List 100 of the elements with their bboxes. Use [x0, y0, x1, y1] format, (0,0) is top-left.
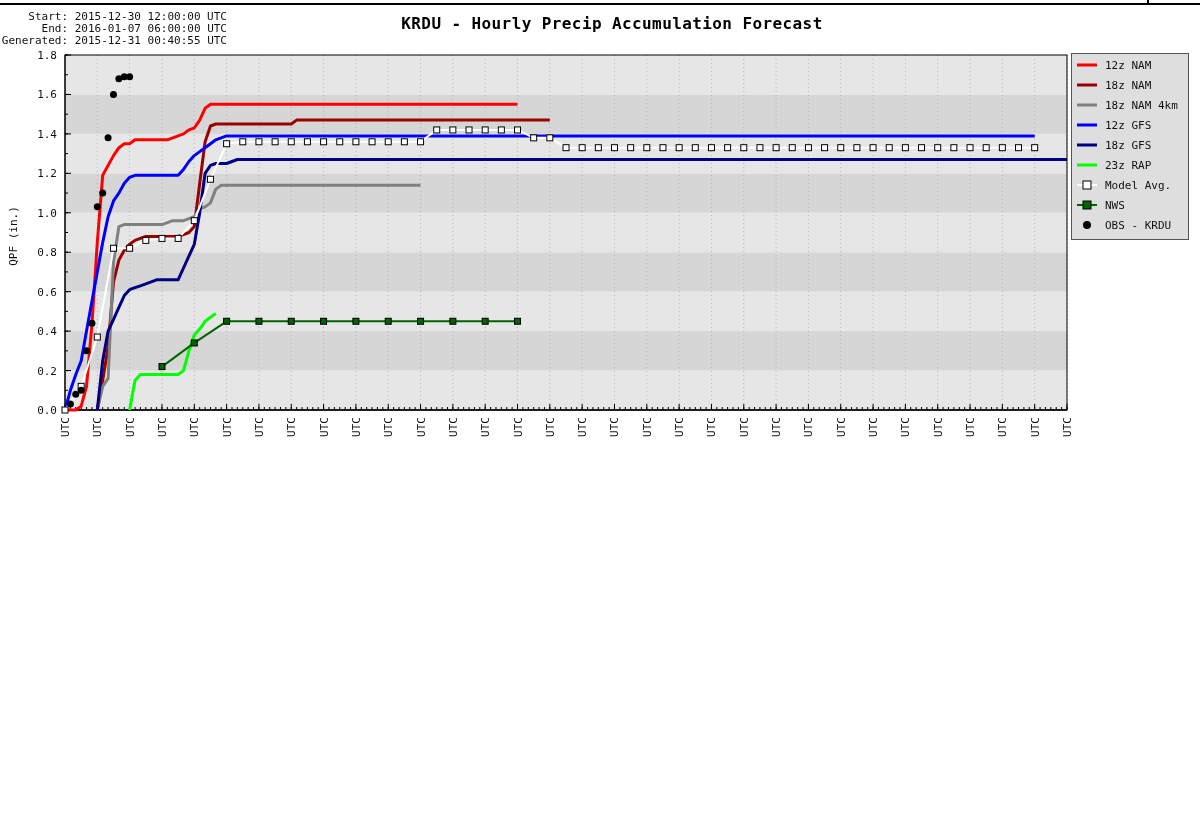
square-marker-icon [352, 138, 360, 146]
square-marker-icon [1015, 144, 1022, 152]
square-marker-icon [287, 138, 295, 146]
legend-label: 18z NAM [1105, 79, 1152, 92]
square-marker-icon [643, 144, 651, 152]
x-tick-label: UTC [382, 417, 396, 437]
square-marker-icon [837, 144, 845, 152]
square-marker-icon [417, 138, 425, 146]
square-marker-icon [885, 144, 893, 152]
x-tick-label: UTC [91, 417, 105, 437]
x-tick-label: UTC [834, 417, 848, 437]
square-marker-icon [514, 317, 521, 325]
legend-label: OBS - KRDU [1105, 219, 1172, 232]
square-marker-icon [627, 144, 635, 152]
x-tick-label: UTC [1061, 417, 1074, 437]
square-marker-icon [223, 140, 231, 148]
legend-label: 12z GFS [1105, 119, 1152, 132]
x-tick-label: UTC [673, 417, 687, 437]
square-marker-icon [449, 317, 457, 325]
x-tick-label: UTC [576, 417, 590, 437]
line-swatch-icon [1077, 143, 1097, 147]
y-tick-label: 1.4 [37, 127, 57, 141]
square-marker-icon [724, 144, 732, 152]
x-tick-label: UTC [931, 417, 945, 437]
x-tick-label: UTC [867, 417, 881, 437]
square-marker-icon [206, 175, 214, 183]
x-tick-label: UTC [511, 417, 525, 437]
square-marker-icon [918, 144, 926, 152]
square-marker-icon [93, 333, 101, 341]
line-swatch-icon [1077, 123, 1097, 127]
info-line: Generated: 2015-12-31 00:40:55 UTC [1, 35, 227, 47]
square-marker-icon [61, 406, 69, 414]
legend-label: 12z NAM [1105, 59, 1152, 72]
square-marker-icon [1031, 144, 1039, 152]
x-tick-label: UTC [446, 417, 460, 437]
square-marker-icon [562, 144, 570, 152]
x-tick-label: UTC [1028, 417, 1042, 437]
y-tick-label: 1.8 [37, 49, 57, 62]
square-marker-icon [255, 317, 263, 325]
x-tick-label: UTC [59, 417, 72, 437]
y-axis-title: QPF (in.) [7, 206, 20, 266]
dot-swatch-icon [1083, 221, 1091, 229]
square-marker-icon [659, 144, 667, 152]
line-swatch-icon [1077, 103, 1097, 107]
y-tick-label: 1.6 [37, 88, 57, 102]
square-marker-icon [481, 317, 489, 325]
square-marker-icon [675, 144, 683, 152]
square-marker-icon [142, 236, 150, 244]
square-marker-icon [998, 144, 1006, 152]
square-marker-icon [174, 234, 182, 242]
square-marker-icon [384, 317, 392, 325]
square-marker-icon [158, 363, 166, 371]
square-marker-icon [352, 317, 360, 325]
x-tick-label: UTC [155, 417, 169, 437]
x-tick-label: UTC [317, 417, 331, 437]
square-marker-icon [707, 144, 715, 152]
y-tick-label: 0.2 [37, 364, 57, 378]
square-marker-icon [578, 144, 586, 152]
y-tick-label: 0.4 [37, 325, 57, 339]
square-marker-icon [611, 144, 618, 152]
legend-label: 23z RAP [1105, 159, 1152, 172]
square-marker-icon [966, 144, 974, 152]
x-tick-label: UTC [964, 417, 978, 437]
square-marker-icon [465, 126, 473, 134]
x-tick-label: UTC [220, 417, 234, 437]
y-tick-label: 0.6 [37, 285, 57, 299]
square-marker-icon [400, 138, 408, 146]
square-marker-icon [433, 126, 441, 134]
square-marker-icon [950, 144, 958, 152]
legend-label: 18z NAM 4km [1105, 99, 1178, 112]
square-marker-icon [320, 138, 328, 146]
square-marker-icon [869, 144, 877, 152]
square-marker-icon [449, 126, 457, 134]
y-tick-label: 0.8 [37, 246, 57, 260]
square-marker-icon [158, 234, 166, 242]
square-marker-icon [126, 244, 134, 252]
x-tick-label: UTC [737, 417, 751, 437]
x-tick-label: UTC [479, 417, 493, 437]
square-marker-icon [901, 144, 909, 152]
square-marker-icon [481, 126, 489, 134]
square-marker-icon [546, 134, 554, 142]
legend-label: NWS [1105, 199, 1125, 212]
square-marker-icon [239, 138, 247, 146]
line-swatch-icon [1077, 63, 1097, 67]
x-tick-label: UTC [123, 417, 137, 437]
legend-label: Model Avg. [1105, 179, 1172, 192]
square-marker-icon [756, 144, 764, 152]
info-line: Start: 2015-12-30 12:00:00 UTC [28, 11, 227, 23]
square-marker-icon [530, 134, 538, 142]
square-marker-icon [740, 144, 748, 152]
square-marker-icon [934, 144, 942, 152]
line-swatch-icon [1077, 83, 1097, 87]
square-marker-icon [110, 244, 117, 252]
x-tick-label: UTC [188, 417, 202, 437]
square-marker-icon [594, 144, 602, 152]
x-tick-label: UTC [770, 417, 784, 437]
x-tick-label: UTC [802, 417, 816, 437]
square-marker-icon [772, 144, 780, 152]
square-marker-icon [788, 144, 796, 152]
x-tick-label: UTC [608, 417, 622, 437]
